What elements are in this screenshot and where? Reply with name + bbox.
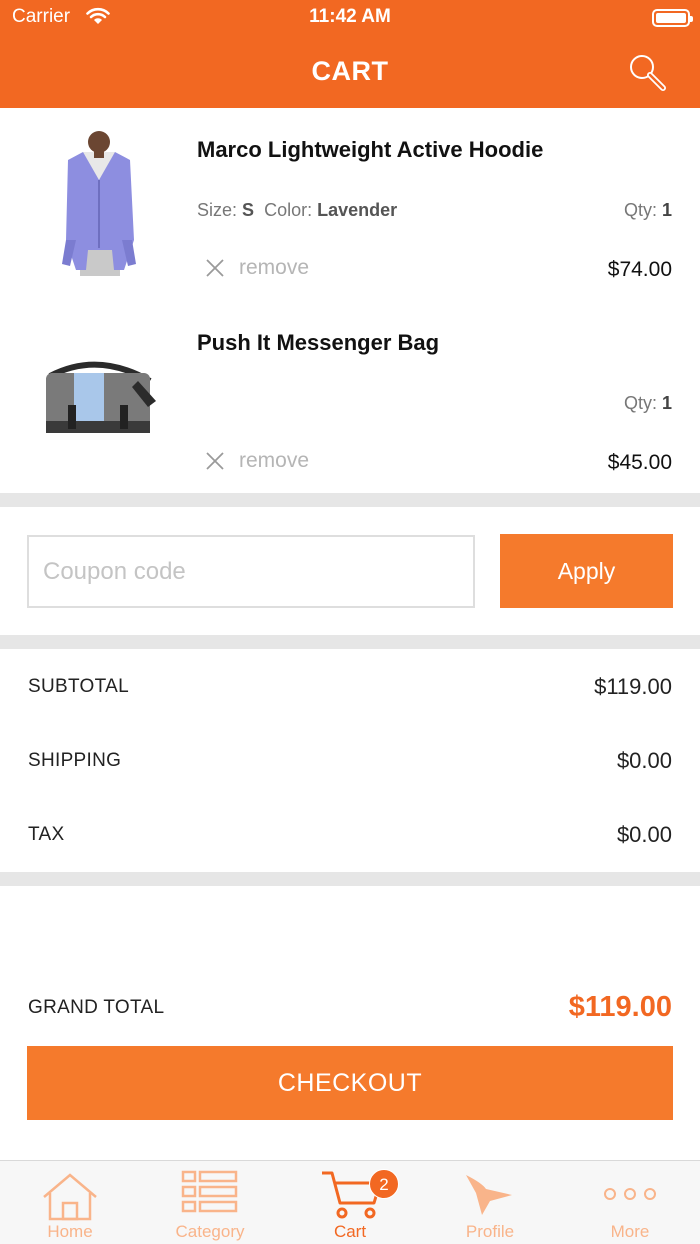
close-icon <box>206 259 224 277</box>
search-button[interactable] <box>626 52 670 94</box>
grand-total-value: $119.00 <box>568 991 672 1023</box>
quantity[interactable]: Qty: 1 <box>624 200 672 221</box>
profile-hat-icon <box>466 1175 512 1215</box>
tab-category[interactable]: Category <box>140 1161 280 1244</box>
tax-label: TAX <box>28 824 65 845</box>
remove-label: remove <box>239 449 310 472</box>
shipping-label: SHIPPING <box>28 750 122 771</box>
shipping-value: $0.00 <box>616 748 672 773</box>
product-attributes: Size: S Color: Lavender <box>197 200 397 221</box>
search-icon <box>630 55 666 91</box>
close-icon <box>206 452 224 470</box>
tab-label: Home <box>47 1222 93 1241</box>
more-dots-icon <box>604 1188 656 1200</box>
tab-label: More <box>610 1222 650 1241</box>
nav-header: Carrier 11:42 AM CART <box>0 0 700 108</box>
status-bar: Carrier 11:42 AM <box>0 0 700 36</box>
product-price: $45.00 <box>607 451 672 474</box>
page-title: CART <box>311 56 389 86</box>
tab-label: Category <box>175 1222 245 1241</box>
qty-label: Qty: <box>623 393 657 413</box>
remove-button[interactable]: remove <box>205 449 309 473</box>
quantity[interactable]: Qty: 1 <box>624 393 672 414</box>
product-name[interactable]: Marco Lightweight Active Hoodie <box>197 137 543 163</box>
product-price: $74.00 <box>607 258 672 281</box>
apply-coupon-button[interactable]: Apply <box>500 534 673 608</box>
hoodie-product-image[interactable] <box>28 130 168 280</box>
tab-cart[interactable]: Cart <box>280 1161 420 1244</box>
cart-item: Push It Messenger Bag Qty: 1 remove $45.… <box>0 301 700 494</box>
size-label: Size: <box>197 200 238 220</box>
section-divider <box>0 493 700 507</box>
tab-bar: Home Category Cart 2 Profile More <box>0 1160 700 1244</box>
cart-item: Marco Lightweight Active Hoodie Size: S … <box>0 108 700 301</box>
home-icon <box>43 1173 97 1221</box>
size-value: S <box>242 200 255 220</box>
tab-profile[interactable]: Profile <box>420 1161 560 1244</box>
checkout-button[interactable]: CHECKOUT <box>27 1046 673 1120</box>
messenger-bag-product-image[interactable] <box>28 321 168 471</box>
cart-count-badge: 2 <box>369 1169 399 1199</box>
coupon-code-input[interactable] <box>27 535 475 608</box>
category-list-icon <box>181 1170 238 1213</box>
qty-label: Qty: <box>623 200 657 220</box>
subtotal-value: $119.00 <box>594 674 672 699</box>
cart-icon <box>322 1171 382 1219</box>
remove-label: remove <box>239 256 310 279</box>
color-value: Lavender <box>317 200 398 220</box>
subtotal-label: SUBTOTAL <box>28 676 129 697</box>
qty-value: 1 <box>661 393 672 413</box>
qty-value: 1 <box>661 200 672 220</box>
product-name[interactable]: Push It Messenger Bag <box>197 330 439 356</box>
tab-home[interactable]: Home <box>0 1161 140 1244</box>
clock-label: 11:42 AM <box>309 6 391 27</box>
tax-value: $0.00 <box>616 822 672 847</box>
remove-button[interactable]: remove <box>205 256 309 280</box>
tab-more[interactable]: More <box>560 1161 700 1244</box>
tab-label: Cart <box>333 1222 367 1241</box>
tab-label: Profile <box>465 1222 515 1241</box>
section-divider <box>0 635 700 649</box>
color-label: Color: <box>264 200 313 220</box>
grand-total-label: GRAND TOTAL <box>28 997 165 1018</box>
battery-icon <box>652 9 693 27</box>
section-divider <box>0 872 700 886</box>
